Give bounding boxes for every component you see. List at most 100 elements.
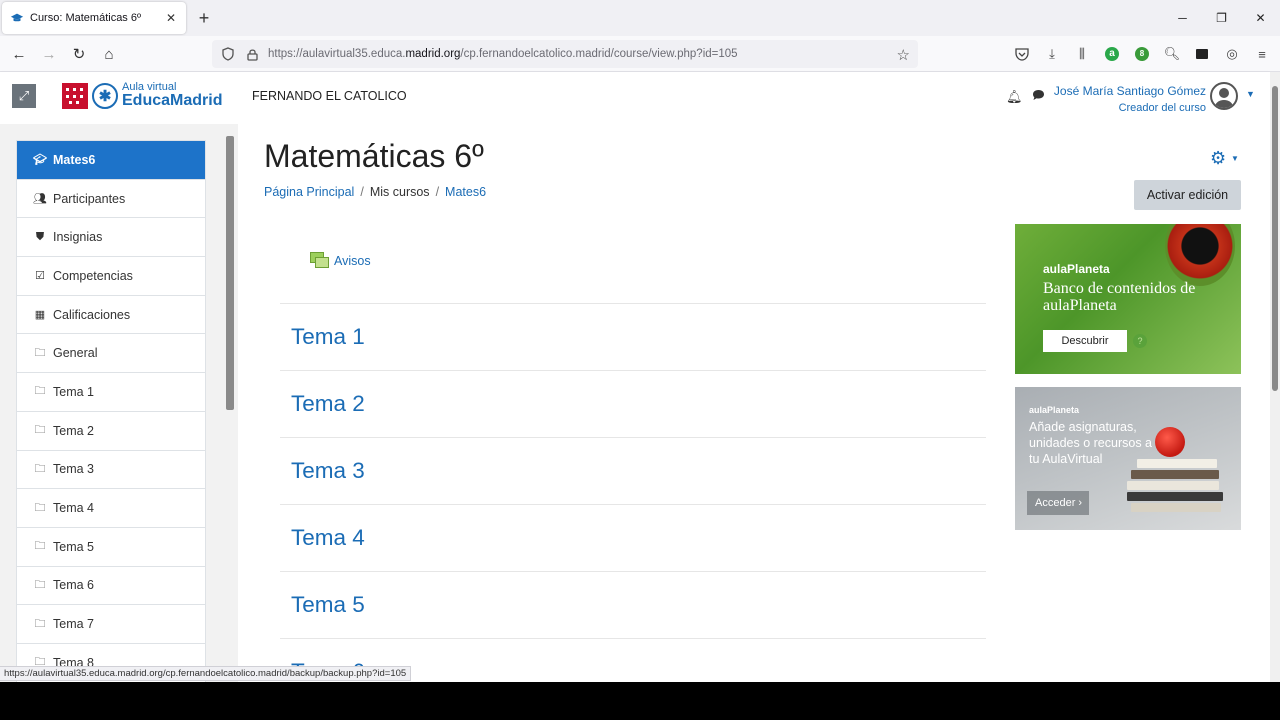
back-icon[interactable]: ← — [9, 44, 29, 64]
chevron-down-icon[interactable]: ▼ — [1231, 154, 1239, 163]
users-icon: 👥︎ — [33, 193, 47, 206]
ad-brand: aulaPlaneta — [1043, 262, 1110, 276]
url-prefix: https://aulavirtual35.educa. — [268, 48, 406, 60]
library-icon[interactable]: ⫼ — [1072, 44, 1092, 64]
tracking-shield-icon[interactable] — [220, 46, 236, 62]
section-title-link[interactable]: Tema 2 — [291, 391, 365, 417]
chevron-right-icon: › — [1078, 497, 1083, 509]
section-title-link[interactable]: Tema 1 — [291, 324, 365, 350]
drawer-item-label: Tema 5 — [53, 539, 94, 554]
lock-icon[interactable] — [244, 46, 260, 62]
bookmark-star-icon[interactable]: ☆ — [897, 46, 910, 64]
url-bar[interactable]: https://aulavirtual35.educa.madrid.org/c… — [212, 40, 918, 68]
breadcrumb-separator: / — [435, 185, 440, 199]
section-tema-4: Tema 4 — [280, 504, 986, 571]
page-scrollbar[interactable] — [1270, 72, 1280, 682]
section-title-link[interactable]: Tema 5 — [291, 592, 365, 618]
drawer-item-tema-5[interactable]: 🗀 Tema 5 — [17, 528, 205, 567]
tab-close-icon[interactable]: ✕ — [164, 11, 178, 25]
download-icon[interactable]: ⤓ — [1042, 44, 1062, 64]
drawer-item-label: Tema 1 — [53, 384, 94, 399]
pocket-icon[interactable] — [1012, 44, 1032, 64]
ad-brand: aulaPlaneta — [1029, 405, 1080, 415]
access-button-label: Acceder — [1035, 497, 1076, 509]
logo-title: EducaMadrid — [122, 92, 223, 109]
notifications-bell-icon[interactable]: 🔔︎ — [1006, 89, 1023, 105]
tab-title: Curso: Matemáticas 6º — [30, 12, 141, 24]
news-forum-item[interactable]: Avisos — [310, 252, 371, 270]
user-name-link[interactable]: José María Santiago Gómez — [1054, 84, 1206, 98]
section-title-link[interactable]: Tema 3 — [291, 458, 365, 484]
user-avatar-icon[interactable] — [1210, 82, 1238, 110]
apple-image — [1155, 427, 1185, 457]
browser-tab[interactable]: Curso: Matemáticas 6º ✕ — [2, 2, 186, 34]
folder-icon: 🗀 — [34, 540, 46, 553]
section-tema-5: Tema 5 — [280, 571, 986, 638]
close-window-icon[interactable]: ✕ — [1241, 0, 1280, 36]
forum-icon — [310, 252, 330, 270]
drawer-item-insignias[interactable]: ⛊ Insignias — [17, 218, 205, 258]
breadcrumb-home-link[interactable]: Página Principal — [264, 185, 354, 199]
url-text: https://aulavirtual35.educa.madrid.org/c… — [268, 48, 738, 60]
graduation-cap-icon: 🎓︎ — [33, 154, 47, 167]
reader-extension-icon[interactable] — [1192, 44, 1212, 64]
browser-window: Curso: Matemáticas 6º ✕ + ─ ❐ ✕ ← → ↻ ⌂ … — [0, 0, 1280, 682]
extension-b-icon[interactable]: 8 — [1132, 44, 1152, 64]
help-icon[interactable]: ? — [1133, 334, 1147, 348]
page-scrollbar-thumb[interactable] — [1272, 86, 1278, 391]
drawer-scrollbar[interactable] — [226, 136, 234, 410]
drawer-item-general[interactable]: 🗀 General — [17, 334, 205, 374]
zoom-extension-icon[interactable]: 🔍︎ — [1162, 44, 1182, 64]
drawer-nav-list: 🎓︎ Mates6 👥︎ Participantes ⛊ Insignias ☑… — [16, 140, 206, 682]
drawer-item-tema-2[interactable]: 🗀 Tema 2 — [17, 412, 205, 451]
news-forum-link[interactable]: Avisos — [334, 254, 371, 268]
drawer-item-tema-1[interactable]: 🗀 Tema 1 — [17, 373, 205, 412]
folder-icon: 🗀 — [34, 346, 46, 359]
drawer-item-label: Mates6 — [53, 152, 96, 167]
drawer-item-tema-3[interactable]: 🗀 Tema 3 — [17, 451, 205, 490]
drawer-item-calificaciones[interactable]: ▦ Calificaciones — [17, 296, 205, 335]
educamadrid-logo[interactable]: ✱ Aula virtual EducaMadrid — [62, 82, 222, 109]
restore-icon[interactable]: ❐ — [1202, 0, 1241, 36]
page-title: Matemáticas 6º — [264, 138, 484, 174]
aulaplaneta-banner-asignaturas[interactable]: aulaPlaneta Añade asignaturas, unidades … — [1015, 387, 1241, 530]
drawer-item-label: Tema 4 — [53, 501, 94, 516]
minimize-icon[interactable]: ─ — [1163, 0, 1202, 36]
expand-drawer-icon[interactable]: ⤢ — [12, 84, 36, 108]
reload-icon[interactable]: ↻ — [69, 44, 89, 64]
breadcrumb-my-courses[interactable]: Mis cursos — [370, 185, 430, 199]
section-tema-3: Tema 3 — [280, 437, 986, 504]
folder-icon: 🗀 — [34, 385, 46, 398]
forward-icon[interactable]: → — [39, 44, 59, 64]
account-icon[interactable]: ◎ — [1222, 44, 1242, 64]
drawer-item-mates6[interactable]: 🎓︎ Mates6 — [17, 141, 205, 180]
url-suffix: /cp.fernandoelcatolico.madrid/course/vie… — [460, 48, 738, 60]
frog-eye-image — [1165, 224, 1235, 286]
home-icon[interactable]: ⌂ — [99, 44, 119, 64]
folder-icon: 🗀 — [34, 617, 46, 630]
menu-icon[interactable]: ≡ — [1252, 44, 1272, 64]
messages-icon[interactable] — [1032, 89, 1045, 104]
drawer-item-participantes[interactable]: 👥︎ Participantes — [17, 180, 205, 219]
access-button[interactable]: Acceder › — [1027, 491, 1089, 515]
section-title-link[interactable]: Tema 4 — [291, 525, 365, 551]
discover-button[interactable]: Descubrir — [1043, 330, 1127, 352]
enable-editing-button[interactable]: Activar edición — [1134, 180, 1241, 210]
navigation-toolbar: ← → ↻ ⌂ https://aulavirtual35.educa.madr… — [0, 36, 1280, 72]
drawer-item-competencias[interactable]: ☑ Competencias — [17, 257, 205, 296]
drawer-item-tema-4[interactable]: 🗀 Tema 4 — [17, 489, 205, 528]
drawer-item-tema-6[interactable]: 🗀 Tema 6 — [17, 567, 205, 606]
new-tab-icon[interactable]: + — [196, 8, 212, 28]
course-drawer: 🎓︎ Mates6 👥︎ Participantes ⛊ Insignias ☑… — [0, 124, 238, 682]
folder-icon: 🗀 — [34, 501, 46, 514]
site-header: ⤢ ✱ Aula virtual EducaMadrid FERNANDO EL… — [0, 72, 1270, 124]
tab-bar: Curso: Matemáticas 6º ✕ + ─ ❐ ✕ — [0, 0, 1280, 36]
table-icon: ▦ — [34, 309, 46, 322]
breadcrumb-course-link[interactable]: Mates6 — [445, 185, 486, 199]
extension-a-icon[interactable]: a — [1102, 44, 1122, 64]
ad-headline: Banco de contenidos de aulaPlaneta — [1043, 280, 1196, 314]
drawer-item-tema-7[interactable]: 🗀 Tema 7 — [17, 605, 205, 644]
aulaplaneta-banner-contenidos[interactable]: aulaPlaneta Banco de contenidos de aulaP… — [1015, 224, 1241, 374]
gear-icon[interactable]: ⚙ — [1210, 148, 1226, 169]
chevron-down-icon[interactable]: ▼ — [1246, 89, 1255, 99]
